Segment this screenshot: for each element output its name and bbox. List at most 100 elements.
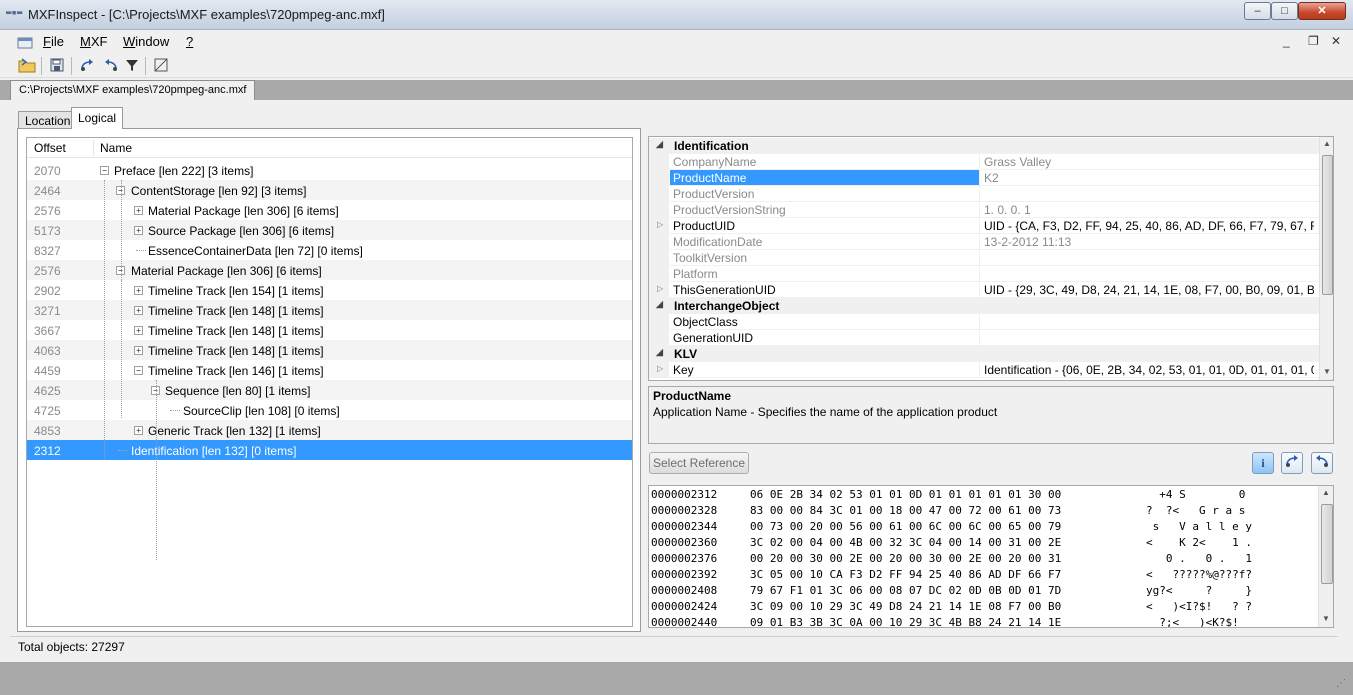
scroll-thumb[interactable]	[1321, 504, 1333, 584]
property-row[interactable]: Platform	[649, 266, 1319, 282]
expand-icon[interactable]: +	[134, 286, 143, 295]
property-name: CompanyName	[673, 155, 757, 169]
open-file-icon[interactable]	[17, 57, 37, 75]
document-tab[interactable]: C:\Projects\MXF examples\720pmpeg-anc.mx…	[10, 80, 256, 100]
scroll-thumb[interactable]	[1322, 155, 1333, 295]
hex-address: 0000002408	[651, 584, 718, 597]
expand-icon[interactable]: +	[134, 206, 143, 215]
column-header-name[interactable]: Name	[100, 141, 132, 155]
collapse-icon[interactable]: ◢	[656, 347, 663, 358]
property-category[interactable]: ◢ KLV	[649, 346, 1319, 362]
property-row[interactable]: ObjectClass	[649, 314, 1319, 330]
property-row[interactable]: ProductVersionString 1. 0. 0. 1	[649, 202, 1319, 218]
property-grid[interactable]: ◢ Identification CompanyName Grass Valley Pr…	[648, 136, 1334, 381]
property-row[interactable]: ▷ ThisGenerationUID UID - {29, 3C, 49, D8,…	[649, 282, 1319, 298]
tree-row[interactable]: 2070 − Preface [len 222] [3 items]	[27, 160, 632, 180]
property-row[interactable]: ProductVersion	[649, 186, 1319, 202]
property-category[interactable]: ◢ Identification	[649, 138, 1319, 154]
property-value[interactable]: Identification - {06, 0E, 2B, 34, 02, 53…	[984, 363, 1314, 377]
hex-scrollbar[interactable]: ▲ ▼	[1318, 486, 1333, 627]
collapse-icon[interactable]: −	[100, 166, 109, 175]
tree-row[interactable]: 3271 + Timeline Track [len 148] [1 items]	[27, 300, 632, 320]
collapse-icon[interactable]: −	[134, 366, 143, 375]
expand-icon[interactable]: ▷	[657, 220, 663, 229]
expand-icon[interactable]: +	[134, 226, 143, 235]
property-row[interactable]: ▷ Key Identification - {06, 0E, 2B, 34, 02…	[649, 362, 1319, 378]
tree-row-offset: 4063	[34, 344, 61, 358]
expand-icon[interactable]: +	[134, 346, 143, 355]
property-row[interactable]: ToolkitVersion	[649, 250, 1319, 266]
property-row[interactable]: CompanyName Grass Valley	[649, 154, 1319, 170]
tree-row[interactable]: 2312 Identification [len 132] [0 items]	[27, 440, 632, 460]
tree-row[interactable]: 2902 + Timeline Track [len 154] [1 items]	[27, 280, 632, 300]
property-row[interactable]: ModificationDate 13-2-2012 11:13	[649, 234, 1319, 250]
expand-icon[interactable]: +	[134, 306, 143, 315]
expand-icon[interactable]: +	[134, 426, 143, 435]
scroll-down-icon[interactable]: ▼	[1322, 614, 1330, 623]
expand-icon[interactable]: ▷	[657, 284, 663, 293]
maximize-button[interactable]: □	[1271, 2, 1298, 20]
property-value[interactable]: 1. 0. 0. 1	[984, 203, 1314, 217]
mdi-minimize-button[interactable]: _	[1283, 34, 1290, 48]
tree-row[interactable]: 2576− Material Package [len 306] [6 items…	[27, 260, 632, 280]
minimize-button[interactable]: –	[1244, 2, 1271, 20]
tree-row[interactable]: 4459 − Timeline Track [len 146] [1 items]	[27, 360, 632, 380]
toolbar-separator	[41, 57, 42, 75]
tree-row[interactable]: 4853 + Generic Track [len 132] [1 items]	[27, 420, 632, 440]
toggle-icon[interactable]	[151, 57, 171, 75]
back-icon[interactable]	[101, 57, 121, 75]
forward-reference-button[interactable]	[1281, 452, 1303, 474]
property-category[interactable]: ◢ InterchangeObject	[649, 298, 1319, 314]
tab-location[interactable]: Location	[18, 111, 78, 129]
mdi-restore-button[interactable]: ❐	[1308, 34, 1319, 48]
mdi-close-button[interactable]: ✕	[1331, 34, 1341, 48]
tree-row[interactable]: 3667 + Timeline Track [len 148] [1 items]	[27, 320, 632, 340]
property-value[interactable]: UID - {CA, F3, D2, FF, 94, 25, 40, 86, A…	[984, 219, 1314, 233]
property-gutter	[649, 170, 669, 186]
expand-icon[interactable]: +	[134, 326, 143, 335]
property-gutter	[649, 314, 669, 330]
select-reference-button[interactable]: Select Reference	[649, 452, 749, 474]
resize-grip-icon[interactable]: ⋰	[1336, 678, 1346, 689]
hex-bytes: 3C 09 00 10 29 3C 49 D8 24 21 14 1E 08 F…	[750, 600, 1062, 613]
menu-help[interactable]: ?	[186, 34, 193, 49]
menu-window[interactable]: Window	[123, 34, 169, 49]
property-value[interactable]: UID - {29, 3C, 49, D8, 24, 21, 14, 1E, 0…	[984, 283, 1314, 297]
menu-mxf[interactable]: MXF	[80, 34, 107, 49]
info-button[interactable]: i	[1252, 452, 1274, 474]
menu-file[interactable]: File	[43, 34, 64, 49]
back-reference-button[interactable]	[1311, 452, 1333, 474]
tree-row[interactable]: 4625− Sequence [len 80] [1 items]	[27, 380, 632, 400]
tree-row[interactable]: 2576 + Material Package [len 306] [6 items…	[27, 200, 632, 220]
scroll-up-icon[interactable]: ▲	[1322, 488, 1330, 497]
property-value[interactable]: Grass Valley	[984, 155, 1314, 169]
expand-icon[interactable]: ▷	[657, 364, 663, 373]
scroll-down-icon[interactable]: ▼	[1323, 367, 1331, 376]
tree-row-name: Sequence [len 80] [1 items]	[165, 384, 311, 398]
collapse-icon[interactable]: ◢	[656, 299, 663, 310]
tree-row[interactable]: 4063 + Timeline Track [len 148] [1 items]	[27, 340, 632, 360]
tree-row[interactable]: 2464− ContentStorage [len 92] [3 items]	[27, 180, 632, 200]
property-value[interactable]: 13-2-2012 11:13	[984, 235, 1314, 249]
property-divider	[979, 282, 980, 298]
property-row[interactable]: ▷ ProductUID UID - {CA, F3, D2, FF, 94, 25…	[649, 218, 1319, 234]
save-icon[interactable]	[47, 57, 67, 75]
object-tree[interactable]: Offset Name 2070− Preface [len 222] [3 it…	[26, 137, 633, 627]
tree-row[interactable]: 5173 + Source Package [len 306] [6 items]	[27, 220, 632, 240]
hex-view[interactable]: 0000002312 06 0E 2B 34 02 53 01 01 0D 01 …	[648, 485, 1334, 628]
tab-logical[interactable]: Logical	[71, 107, 124, 129]
collapse-icon[interactable]: ◢	[656, 139, 663, 150]
forward-icon[interactable]	[77, 57, 97, 75]
property-row[interactable]: ProductName K2	[649, 170, 1319, 186]
scroll-up-icon[interactable]: ▲	[1323, 139, 1331, 148]
filter-icon[interactable]	[122, 57, 142, 75]
mdi-child-icon[interactable]	[17, 35, 33, 49]
tree-row[interactable]: 4725 SourceClip [len 108] [0 items]	[27, 400, 632, 420]
tree-row[interactable]: 8327 EssenceContainerData [len 72] [0 ite…	[27, 240, 632, 260]
property-row[interactable]: GenerationUID	[649, 330, 1319, 346]
property-scrollbar[interactable]: ▲ ▼	[1319, 137, 1333, 380]
property-value[interactable]: K2	[984, 171, 1314, 185]
column-header-offset[interactable]: Offset	[34, 141, 66, 155]
close-button[interactable]: ✕	[1298, 2, 1346, 20]
column-divider[interactable]	[93, 140, 94, 156]
